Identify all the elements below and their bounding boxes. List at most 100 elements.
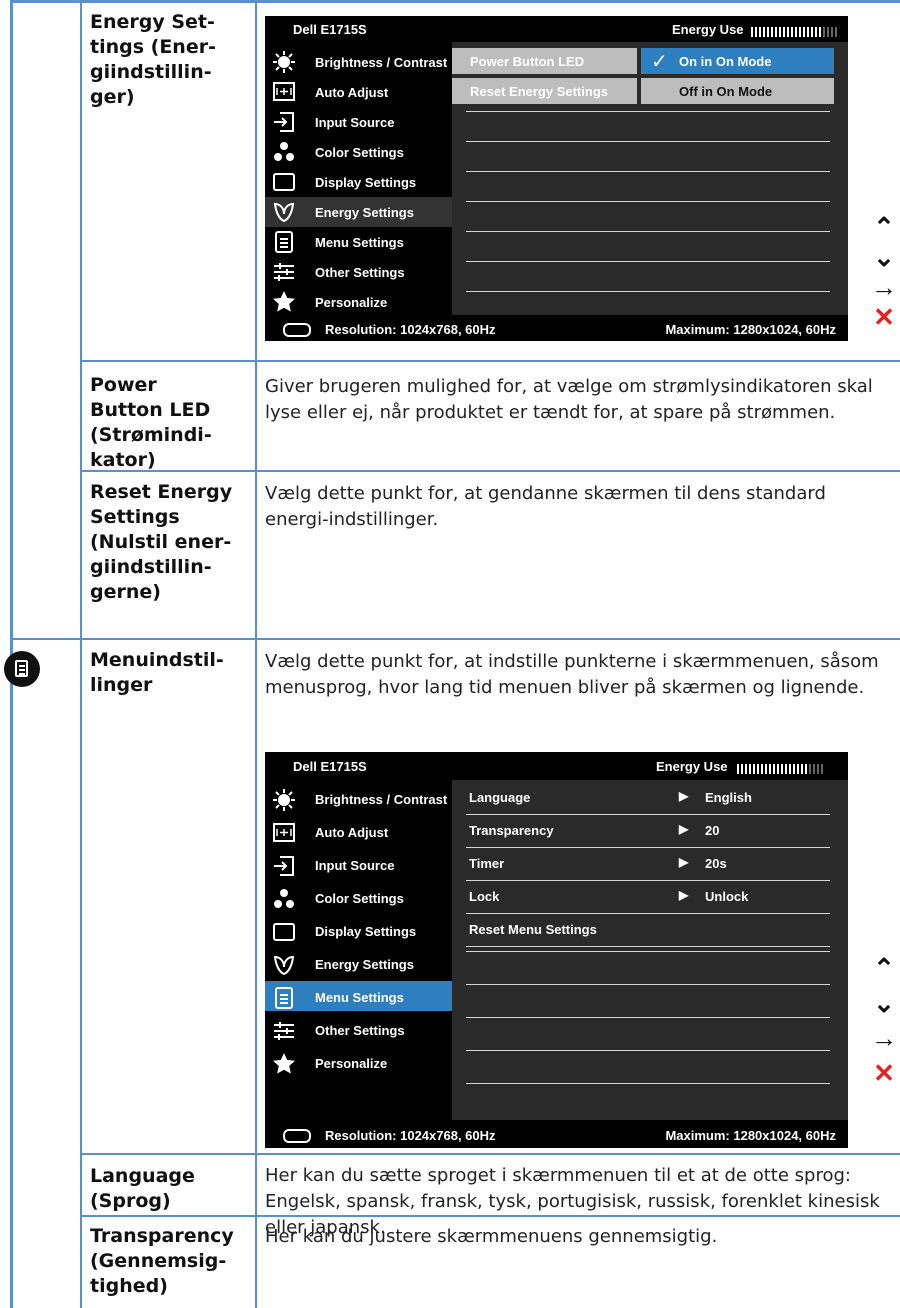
color-settings-icon (272, 887, 296, 911)
osd-nav-buttons: ⌃ ⌄ → ✕ (866, 212, 900, 332)
submenu-divider (466, 951, 830, 952)
submenu-label[interactable]: Language (469, 790, 530, 805)
osd-menu-item[interactable]: Energy Settings (265, 948, 452, 978)
osd-menu-item[interactable]: Input Source (265, 849, 452, 879)
menu-settings-icon (4, 651, 40, 687)
star-icon (272, 290, 296, 314)
energy-leaf-icon (272, 953, 296, 977)
energy-settings-label: Energy Set- tings (Ener- giindstillin- g… (90, 11, 216, 108)
submenu-arrow-icon: ▶ (679, 888, 689, 902)
display-settings-icon (272, 920, 296, 944)
osd-menu-item[interactable]: Other Settings (265, 257, 452, 287)
osd-menu-item-label: Color Settings (315, 144, 404, 160)
brightness-icon (272, 788, 296, 812)
auto-adjust-icon (272, 80, 296, 104)
submenu-divider (466, 291, 830, 292)
submenu-divider (466, 1050, 830, 1051)
osd-menu-item[interactable]: Brightness / Contrast (265, 783, 452, 813)
power-button-led-desc: Giver brugeren mulighed for, at vælge om… (265, 376, 873, 423)
input-source-icon (272, 854, 296, 878)
connector-icon (283, 323, 311, 337)
osd-menu-item-label: Brightness / Contrast (315, 792, 448, 807)
enter-arrow-icon[interactable]: → (866, 1023, 900, 1058)
exit-icon[interactable]: ✕ (866, 1058, 900, 1088)
submenu-label[interactable]: Lock (469, 889, 499, 904)
osd-menu-item[interactable]: Display Settings (265, 167, 452, 197)
menu-settings-desc: Vælg dette punkt for, at indstille punkt… (265, 651, 879, 698)
energy-use-label: Energy Use (672, 22, 744, 37)
maximum-resolution-text: Maximum: 1280x1024, 60Hz (665, 1128, 836, 1143)
submenu-power-button-led[interactable]: Power Button LED (452, 48, 637, 74)
osd-menu-item-label: Energy Settings (315, 957, 414, 972)
osd-menu-item[interactable]: Menu Settings (265, 981, 452, 1011)
option-on-in-on-mode[interactable]: ✓ On in On Mode (641, 48, 834, 74)
submenu-divider (466, 880, 830, 881)
osd-menu-item[interactable]: Other Settings (265, 1014, 452, 1044)
submenu-divider (466, 111, 830, 112)
other-settings-icon (272, 260, 296, 284)
submenu-reset-energy[interactable]: Reset Energy Settings (452, 78, 637, 104)
submenu-divider (466, 984, 830, 985)
reset-energy-desc: Vælg dette punkt for, at gendanne skærme… (265, 483, 826, 530)
transparency-desc: Her kan du justere skærmmenuens gennemsi… (265, 1226, 718, 1247)
osd-menu-item[interactable]: Personalize (265, 1047, 452, 1077)
submenu-divider (466, 946, 830, 947)
display-settings-icon (272, 170, 296, 194)
brightness-icon (272, 50, 296, 74)
osd-model-name: Dell E1715S (293, 759, 367, 774)
osd-menu-item[interactable]: Brightness / Contrast (265, 47, 452, 77)
osd-menu-item[interactable]: Menu Settings (265, 227, 452, 257)
up-arrow-icon[interactable]: ⌃ (866, 953, 900, 988)
submenu-divider (466, 141, 830, 142)
osd-menu-item-label: Auto Adjust (315, 84, 389, 100)
osd-menu-item-label: Personalize (315, 1056, 388, 1071)
submenu-label[interactable]: Timer (469, 856, 504, 871)
osd-menu-screenshot: Dell E1715S Energy Use Brightness / Cont… (265, 752, 848, 1148)
reset-energy-label: Reset Energy Settings (Nulstil ener- gii… (90, 481, 233, 603)
energy-use-bar (737, 762, 843, 774)
osd-menu-item[interactable]: Color Settings (265, 882, 452, 912)
down-arrow-icon[interactable]: ⌄ (866, 242, 900, 272)
osd-menu-item-label: Menu Settings (315, 234, 404, 250)
maximum-resolution-text: Maximum: 1280x1024, 60Hz (665, 322, 836, 337)
osd-energy-screenshot: Dell E1715S Energy Use Brightness / Cont… (265, 16, 848, 341)
submenu-divider (466, 261, 830, 262)
menu-settings-label: Menuindstil- linger (90, 649, 224, 696)
table-rule (80, 360, 900, 362)
exit-icon[interactable]: ✕ (866, 302, 900, 332)
transparency-label: Transparency (Gennemsig- tighed) (90, 1225, 234, 1297)
osd-menu-item[interactable]: Color Settings (265, 137, 452, 167)
table-divider-1 (80, 0, 82, 1308)
osd-nav-buttons: ⌃ ⌄ → ✕ (866, 953, 900, 1088)
osd-header: Dell E1715S Energy Use (265, 752, 848, 780)
osd-menu-item-label: Auto Adjust (315, 825, 389, 840)
osd-menu-item-label: Menu Settings (315, 990, 404, 1005)
osd-menu-item-label: Display Settings (315, 924, 417, 939)
submenu-arrow-icon: ▶ (679, 855, 689, 869)
submenu-label[interactable]: Transparency (469, 823, 554, 838)
osd-menu-item[interactable]: Display Settings (265, 915, 452, 945)
osd-menu-item-label: Color Settings (315, 891, 404, 906)
osd-menu-item-label: Other Settings (315, 264, 405, 280)
table-rule (10, 638, 900, 640)
osd-menu-item[interactable]: Energy Settings (265, 197, 452, 227)
down-arrow-icon[interactable]: ⌄ (866, 988, 900, 1023)
submenu-value: English (705, 790, 752, 805)
submenu-divider (466, 814, 830, 815)
power-button-led-label: Power Button LED (Strømindi- kator) (90, 374, 212, 471)
osd-footer: Resolution: 1024x768, 60Hz Maximum: 1280… (265, 1120, 848, 1148)
other-settings-icon (272, 1019, 296, 1043)
enter-arrow-icon[interactable]: → (866, 272, 900, 302)
osd-menu-item[interactable]: Input Source (265, 107, 452, 137)
menu-settings-icon (272, 986, 296, 1010)
up-arrow-icon[interactable]: ⌃ (866, 212, 900, 242)
submenu-divider (466, 1083, 830, 1084)
energy-use-label: Energy Use (656, 759, 728, 774)
table-rule (80, 1153, 900, 1155)
resolution-text: Resolution: 1024x768, 60Hz (325, 1128, 496, 1143)
osd-menu-item[interactable]: Personalize (265, 287, 452, 317)
osd-menu-item[interactable]: Auto Adjust (265, 816, 452, 846)
osd-menu-item[interactable]: Auto Adjust (265, 77, 452, 107)
option-off-in-on-mode[interactable]: Off in On Mode (641, 78, 834, 104)
submenu-label[interactable]: Reset Menu Settings (469, 922, 597, 937)
